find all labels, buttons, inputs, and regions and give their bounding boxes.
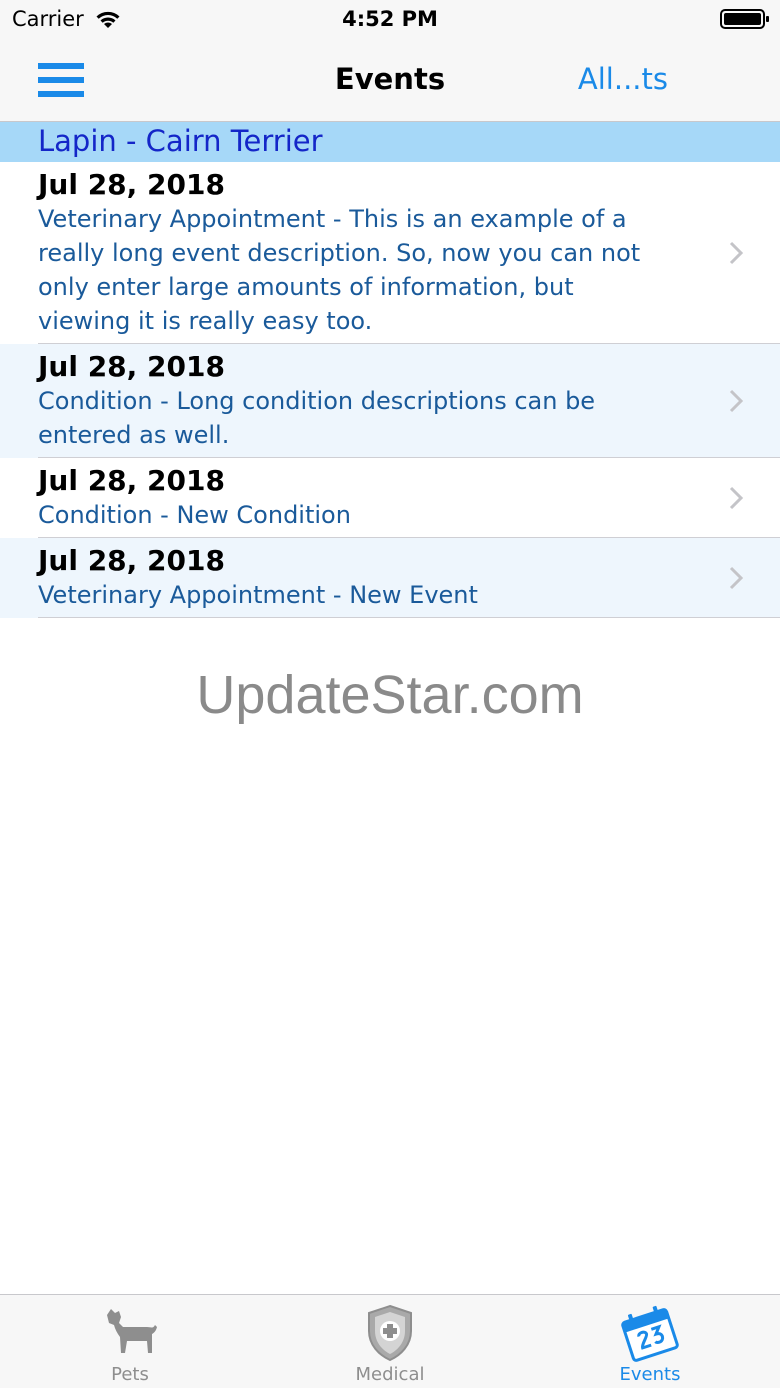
- event-date: Jul 28, 2018: [38, 544, 225, 577]
- navigation-bar: Events All...ts: [0, 40, 780, 122]
- chevron-right-icon: [729, 566, 744, 590]
- event-row[interactable]: Jul 28, 2018 Condition - New Condition: [0, 458, 780, 538]
- all-events-button[interactable]: All...ts: [578, 62, 668, 96]
- event-description: Veterinary Appointment - New Event: [38, 581, 478, 609]
- event-date: Jul 28, 2018: [38, 168, 225, 201]
- event-description: Condition - New Condition: [38, 501, 351, 529]
- tab-medical[interactable]: Medical: [260, 1295, 520, 1388]
- event-row[interactable]: Jul 28, 2018 Veterinary Appointment - Ne…: [0, 538, 780, 618]
- calendar-icon: [621, 1305, 679, 1362]
- event-list: Jul 28, 2018 Veterinary Appointment - Th…: [0, 162, 780, 618]
- section-title: Lapin - Cairn Terrier: [38, 124, 323, 158]
- tab-label: Events: [619, 1364, 681, 1385]
- dog-icon: [107, 1309, 157, 1353]
- event-description: Condition - Long condition descriptions …: [38, 387, 596, 449]
- event-row[interactable]: Jul 28, 2018 Veterinary Appointment - Th…: [0, 162, 780, 344]
- status-bar: Carrier 4:52 PM: [0, 0, 780, 40]
- battery-icon: [720, 9, 769, 29]
- pet-section-header: Lapin - Cairn Terrier: [0, 122, 780, 162]
- watermark: UpdateStar.com: [196, 665, 584, 725]
- medical-shield-icon: [368, 1304, 412, 1362]
- tab-label: Medical: [355, 1364, 425, 1385]
- tab-label: Pets: [111, 1364, 149, 1385]
- event-description: Veterinary Appointment - This is an exam…: [38, 205, 641, 335]
- event-date: Jul 28, 2018: [38, 464, 225, 497]
- tab-events[interactable]: Events: [520, 1295, 780, 1388]
- status-time: 4:52 PM: [342, 7, 438, 31]
- tab-pets[interactable]: Pets: [0, 1295, 260, 1388]
- event-row[interactable]: Jul 28, 2018 Condition - Long condition …: [0, 344, 780, 458]
- chevron-right-icon: [729, 389, 744, 413]
- tab-bar: Pets Medical Events: [0, 1294, 780, 1388]
- event-date: Jul 28, 2018: [38, 350, 225, 383]
- chevron-right-icon: [729, 241, 744, 265]
- chevron-right-icon: [729, 486, 744, 510]
